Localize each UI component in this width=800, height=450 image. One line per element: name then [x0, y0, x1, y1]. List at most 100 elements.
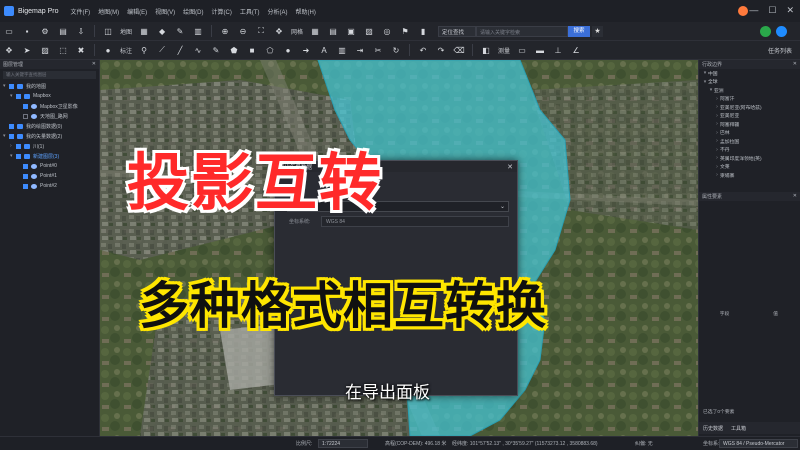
zoom-in-icon[interactable]: ⊕: [220, 26, 230, 36]
freehand-icon[interactable]: ✎: [211, 45, 221, 55]
layer-item[interactable]: ▾ Mapbox: [0, 91, 99, 101]
menu-view[interactable]: 视图(V): [155, 7, 175, 16]
distance-icon[interactable]: ▭: [517, 45, 527, 55]
menu-file[interactable]: 文件(F): [70, 7, 90, 16]
menu-help[interactable]: 帮助(H): [296, 7, 316, 16]
panel-close-icon[interactable]: ✕: [92, 61, 96, 68]
split-icon[interactable]: ⇥: [355, 45, 365, 55]
layer-checkbox[interactable]: [23, 183, 28, 189]
maximize-button[interactable]: ☐: [768, 5, 776, 16]
admin-tree-item[interactable]: ▾ 亚洲: [699, 86, 800, 95]
admin-tree-item[interactable]: › 阿塞拜疆: [699, 120, 800, 129]
zoom-out-icon[interactable]: ⊖: [238, 26, 248, 36]
search-input[interactable]: 请输入关键字检索: [476, 25, 569, 37]
menu-map[interactable]: 地图(M): [98, 7, 119, 16]
tools-icon[interactable]: ▦: [139, 26, 149, 36]
panel-close-icon[interactable]: ✕: [793, 193, 797, 200]
fullscreen-icon[interactable]: ⛶: [256, 26, 266, 36]
layer-checkbox[interactable]: [9, 83, 14, 89]
merge-icon[interactable]: ▥: [337, 45, 347, 55]
rotate-icon[interactable]: ↻: [391, 45, 401, 55]
admin-tree-item[interactable]: › 阿富汗: [699, 95, 800, 104]
pin-icon[interactable]: ⚲: [139, 45, 149, 55]
minimize-button[interactable]: —: [749, 5, 758, 16]
select-icon[interactable]: ⬚: [58, 45, 68, 55]
undo-icon[interactable]: ↶: [418, 45, 428, 55]
measure-icon[interactable]: ◧: [481, 45, 491, 55]
admin-tree-item[interactable]: › 孟加拉国: [699, 137, 800, 146]
photo-icon[interactable]: ▨: [364, 26, 374, 36]
admin-tree-item[interactable]: › 英属印度洋领地(英): [699, 154, 800, 163]
cut-icon[interactable]: ✂: [373, 45, 383, 55]
layer-checkbox[interactable]: [23, 113, 28, 119]
menu-draw[interactable]: 绘图(D): [183, 7, 203, 16]
crs-status-select[interactable]: WGS 84 / Pseudo-Mercator: [719, 439, 798, 448]
move-icon[interactable]: ✥: [4, 45, 14, 55]
circle-icon[interactable]: ●: [283, 45, 293, 55]
layer-item[interactable]: ▾ 新建图层(3): [0, 151, 99, 161]
admin-tree-item[interactable]: › 不丹: [699, 146, 800, 155]
map-button-label[interactable]: 地图: [120, 27, 132, 36]
layer-checkbox[interactable]: [23, 103, 28, 109]
layer-checkbox[interactable]: [9, 123, 14, 129]
admin-tree-item[interactable]: › 文莱: [699, 163, 800, 172]
import-icon[interactable]: ⇩: [76, 26, 86, 36]
task-center-label[interactable]: 任务列表: [768, 46, 792, 55]
layer-checkbox[interactable]: [23, 173, 28, 179]
layer-search-input[interactable]: 输入关键字查找图层: [3, 71, 96, 79]
annotate-label[interactable]: 标注: [120, 46, 132, 55]
map-icon[interactable]: ◫: [103, 26, 113, 36]
browser-icon[interactable]: [776, 26, 787, 37]
layer-checkbox[interactable]: [16, 93, 21, 99]
search-button[interactable]: 搜索: [568, 25, 591, 37]
wechat-icon[interactable]: [760, 26, 771, 37]
close-window-button[interactable]: ✕: [786, 5, 794, 16]
settings-icon[interactable]: ⚙: [40, 26, 50, 36]
compass-icon[interactable]: ◎: [382, 26, 392, 36]
menu-analysis[interactable]: 分析(A): [268, 7, 288, 16]
text-icon[interactable]: A: [319, 45, 329, 55]
tab-history[interactable]: 历史数据: [699, 425, 727, 432]
pentagon-icon[interactable]: ⬠: [265, 45, 275, 55]
calendar-icon[interactable]: ▣: [346, 26, 356, 36]
rectangle-icon[interactable]: ■: [247, 45, 257, 55]
pan-icon[interactable]: ✥: [274, 26, 284, 36]
tab-toolbox[interactable]: 工具箱: [727, 425, 750, 432]
cursor-icon[interactable]: ➤: [22, 45, 32, 55]
lock-icon[interactable]: ▮: [418, 26, 428, 36]
table-icon[interactable]: ▤: [328, 26, 338, 36]
save-icon[interactable]: ▪: [22, 26, 32, 36]
layers-icon[interactable]: ▤: [58, 26, 68, 36]
image-icon[interactable]: ▨: [40, 45, 50, 55]
search-mode-select[interactable]: 定位查找: [438, 25, 477, 37]
admin-tree-item[interactable]: ▾ 全球: [699, 78, 800, 87]
layer-item[interactable]: ▾ 我的地图: [0, 81, 99, 91]
arrow-icon[interactable]: ➜: [301, 45, 311, 55]
measure-label[interactable]: 测量: [498, 46, 510, 55]
user-avatar[interactable]: [738, 6, 748, 16]
admin-tree-item[interactable]: › 亚美尼亚(阿布哈兹): [699, 103, 800, 112]
layer-item[interactable]: › 川(1): [0, 141, 99, 151]
polygon-icon[interactable]: ⬟: [229, 45, 239, 55]
admin-tree-item[interactable]: › 亚美尼亚: [699, 112, 800, 121]
layer-item[interactable]: 天地图_路网: [0, 111, 99, 121]
grid-button-label[interactable]: 网格: [291, 27, 303, 36]
layer-item[interactable]: Point#0: [0, 161, 99, 171]
layer-checkbox[interactable]: [16, 153, 21, 159]
favorite-icon[interactable]: ★: [592, 25, 604, 37]
layer-item[interactable]: 我的绘图数据(0): [0, 121, 99, 131]
admin-tree-item[interactable]: › 巴林: [699, 129, 800, 138]
ruler-icon[interactable]: ✎: [175, 26, 185, 36]
height-icon[interactable]: ⊥: [553, 45, 563, 55]
menu-tools[interactable]: 工具(T): [240, 7, 260, 16]
scale-select[interactable]: 1:72224: [318, 439, 368, 448]
menu-calc[interactable]: 计算(C): [211, 7, 231, 16]
admin-tree-item[interactable]: ▾ 中国: [699, 69, 800, 78]
grid-icon[interactable]: ▦: [310, 26, 320, 36]
marker-icon[interactable]: ●: [103, 45, 113, 55]
layer-item[interactable]: Point#2: [0, 181, 99, 191]
panel-close-icon[interactable]: ✕: [793, 61, 797, 68]
line-icon[interactable]: ╱: [175, 45, 185, 55]
layer-item[interactable]: ▾ 我的矢量数据(2): [0, 131, 99, 141]
shape-icon[interactable]: ◆: [157, 26, 167, 36]
